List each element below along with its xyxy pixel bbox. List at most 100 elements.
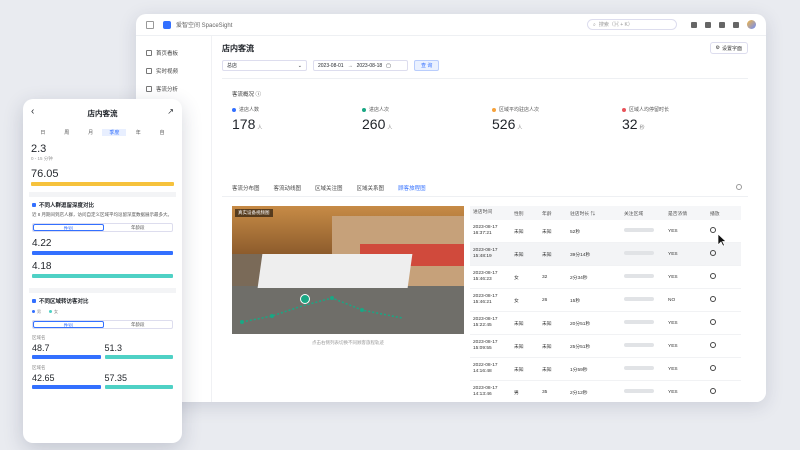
sidebar-item-home[interactable]: 首页看板 (136, 44, 211, 62)
sidebar-item-label: 客流分析 (156, 87, 179, 93)
stat-label: 进店人次 (369, 107, 390, 113)
col-enter[interactable]: 是否浓情 (668, 210, 710, 217)
table-row[interactable]: 2023-08-17 15:48:19 未知 未知 39分14秒 YES (470, 243, 741, 266)
play-icon[interactable] (710, 319, 740, 327)
play-icon[interactable] (710, 342, 740, 350)
col-play: 播放 (710, 211, 720, 217)
segment-custom[interactable]: 自 (150, 129, 174, 136)
date-range-picker[interactable]: 2023-08-01 → 2023-08-18 ▢ (313, 60, 408, 71)
play-icon[interactable] (710, 250, 740, 258)
table-row[interactable]: 2023-08-17 15:22:45 未知 未知 20分51秒 YES (470, 312, 741, 335)
location-pin-icon (300, 294, 310, 304)
col-time[interactable]: 进店时间 (470, 210, 514, 216)
zone-bar-female (104, 385, 173, 390)
card-icon (32, 203, 36, 207)
table-row[interactable]: 2023-08-17 16:37:21 未知 未知 52秒 YES (470, 220, 741, 243)
sidebar-item-label: 首页看板 (156, 51, 179, 57)
segment-day[interactable]: 日 (31, 129, 55, 136)
play-icon[interactable] (710, 296, 740, 304)
cell-gender: 未知 (514, 321, 524, 327)
table-row[interactable]: 2023-08-17 15:46:23 女 32 2分34秒 YES (470, 266, 741, 289)
settings-button[interactable]: ⚙ 设置字面 (709, 42, 748, 54)
store-select[interactable]: 总店 ⌄ (222, 60, 307, 71)
help-icon[interactable] (733, 21, 739, 28)
cell-gender: 未知 (514, 344, 524, 350)
toggle-gender[interactable]: 性别 (33, 224, 104, 232)
legend-female-label: 女 (54, 309, 58, 315)
table-row[interactable]: 2022-08-17 14:16:48 未知 未知 1分59秒 YES (470, 358, 741, 381)
depth-bar-female (32, 274, 173, 279)
share-icon[interactable]: ↗ (167, 107, 174, 116)
date-end: 2023-08-18 (356, 62, 383, 69)
help-icon[interactable] (736, 184, 742, 190)
segment-month[interactable]: 月 (79, 129, 103, 136)
col-gender[interactable]: 性别 (514, 210, 542, 217)
date-start: 2023-08-01 (318, 62, 344, 69)
cell-zone (624, 320, 668, 326)
dot-icon (232, 107, 236, 112)
card-title: 不同人群逗留深度对比 (39, 203, 95, 209)
table-row[interactable]: 2023-08-17 14:13:46 男 35 2分12秒 YES (470, 381, 741, 402)
col-age[interactable]: 年龄 (542, 210, 570, 217)
stat-value: 260 (362, 116, 386, 132)
video-player[interactable]: 真实设备视频图 (232, 206, 464, 334)
journey-table: 进店时间 性别 年龄 驻店时长 ⇅ 关注区域 是否浓情 播放 2023-08-1… (470, 206, 741, 402)
bell-icon[interactable] (705, 21, 711, 28)
video-caption: 点击右侧列表切换不同顾客旅程轨迹 (312, 340, 384, 345)
play-icon[interactable] (710, 365, 740, 373)
calendar-icon: ▢ (386, 62, 391, 69)
cell-zone (624, 389, 668, 395)
grid-menu-icon[interactable] (146, 20, 154, 29)
cell-time: 2023-08-17 14:13:46 (473, 385, 498, 397)
metric-value: 76.05 (31, 168, 59, 180)
cell-age: 未知 (542, 367, 552, 373)
toggle-age[interactable]: 年龄段 (104, 224, 173, 231)
stat-label: 进店人数 (239, 107, 260, 113)
avatar[interactable] (747, 20, 756, 29)
table-row[interactable]: 2023-08-17 15:46:21 女 26 15秒 NO (470, 289, 741, 312)
table-row[interactable]: 2023-08-17 15:09:55 未知 未知 25分51秒 YES (470, 335, 741, 358)
zone-pair: 42.65 57.35 (32, 373, 173, 390)
play-icon[interactable] (710, 388, 740, 396)
cell-enter: YES (668, 228, 678, 234)
back-icon[interactable]: ‹ (31, 106, 34, 117)
overview-title: 客流概况 ⓘ (232, 90, 261, 98)
play-circle-icon (710, 319, 716, 325)
query-button[interactable]: 查 询 (414, 60, 440, 71)
dot-icon (622, 107, 626, 112)
play-circle-icon (710, 296, 716, 302)
sidebar-item-traffic[interactable]: 客流分析 (136, 80, 211, 98)
metric-sub: 0 - 15 分钟 (31, 156, 53, 161)
sidebar-item-live[interactable]: 实时视频 (136, 62, 211, 80)
cell-age: 26 (542, 297, 548, 303)
settings-label: 设置字面 (721, 45, 742, 52)
info-icon: ⓘ (255, 92, 262, 98)
card-depth: 不同人群逗留深度对比 近 8 月期间到店人群，访问自定义区域平均逗留深度数据展示… (29, 192, 176, 282)
search-input[interactable]: ⌕ 搜索（⌘ + K） (587, 19, 677, 30)
overview-title-text: 客流概况 (232, 92, 255, 98)
app-logo (163, 20, 171, 29)
col-stay[interactable]: 驻店时长 ⇅ (570, 210, 624, 217)
play-circle-icon (710, 342, 716, 348)
cell-zone (624, 251, 668, 257)
segment-week[interactable]: 周 (55, 129, 79, 136)
desktop-window: 爱智空间 SpaceSight ⌕ 搜索（⌘ + K） 首页看板 实时视频 客流分… (136, 14, 766, 402)
table-header: 进店时间 性别 年龄 驻店时长 ⇅ 关注区域 是否浓情 播放 (470, 206, 741, 220)
stat-visitors: 进店人数 178 人 (232, 106, 362, 132)
toggle-age[interactable]: 年龄段 (104, 321, 173, 328)
sort-icon[interactable]: ⇅ (591, 212, 596, 217)
play-icon[interactable] (710, 273, 740, 281)
mobile-header: ‹ 店内客流 ↗ (23, 99, 182, 127)
blurred-zone (624, 366, 654, 370)
zone-bar-male (32, 385, 101, 390)
col-stay-label: 驻店时长 (570, 211, 590, 217)
message-icon[interactable] (719, 21, 725, 28)
col-zone[interactable]: 关注区域 (624, 210, 668, 217)
cell-enter: YES (668, 366, 678, 372)
toggle-gender[interactable]: 性别 (33, 321, 104, 329)
segment-year[interactable]: 年 (126, 129, 150, 136)
segment-quarter[interactable]: 季度 (102, 128, 127, 136)
segment-toggle: 性别 年龄段 (32, 320, 173, 330)
cell-gender: 未知 (514, 229, 524, 235)
chart-icon[interactable] (691, 21, 697, 28)
